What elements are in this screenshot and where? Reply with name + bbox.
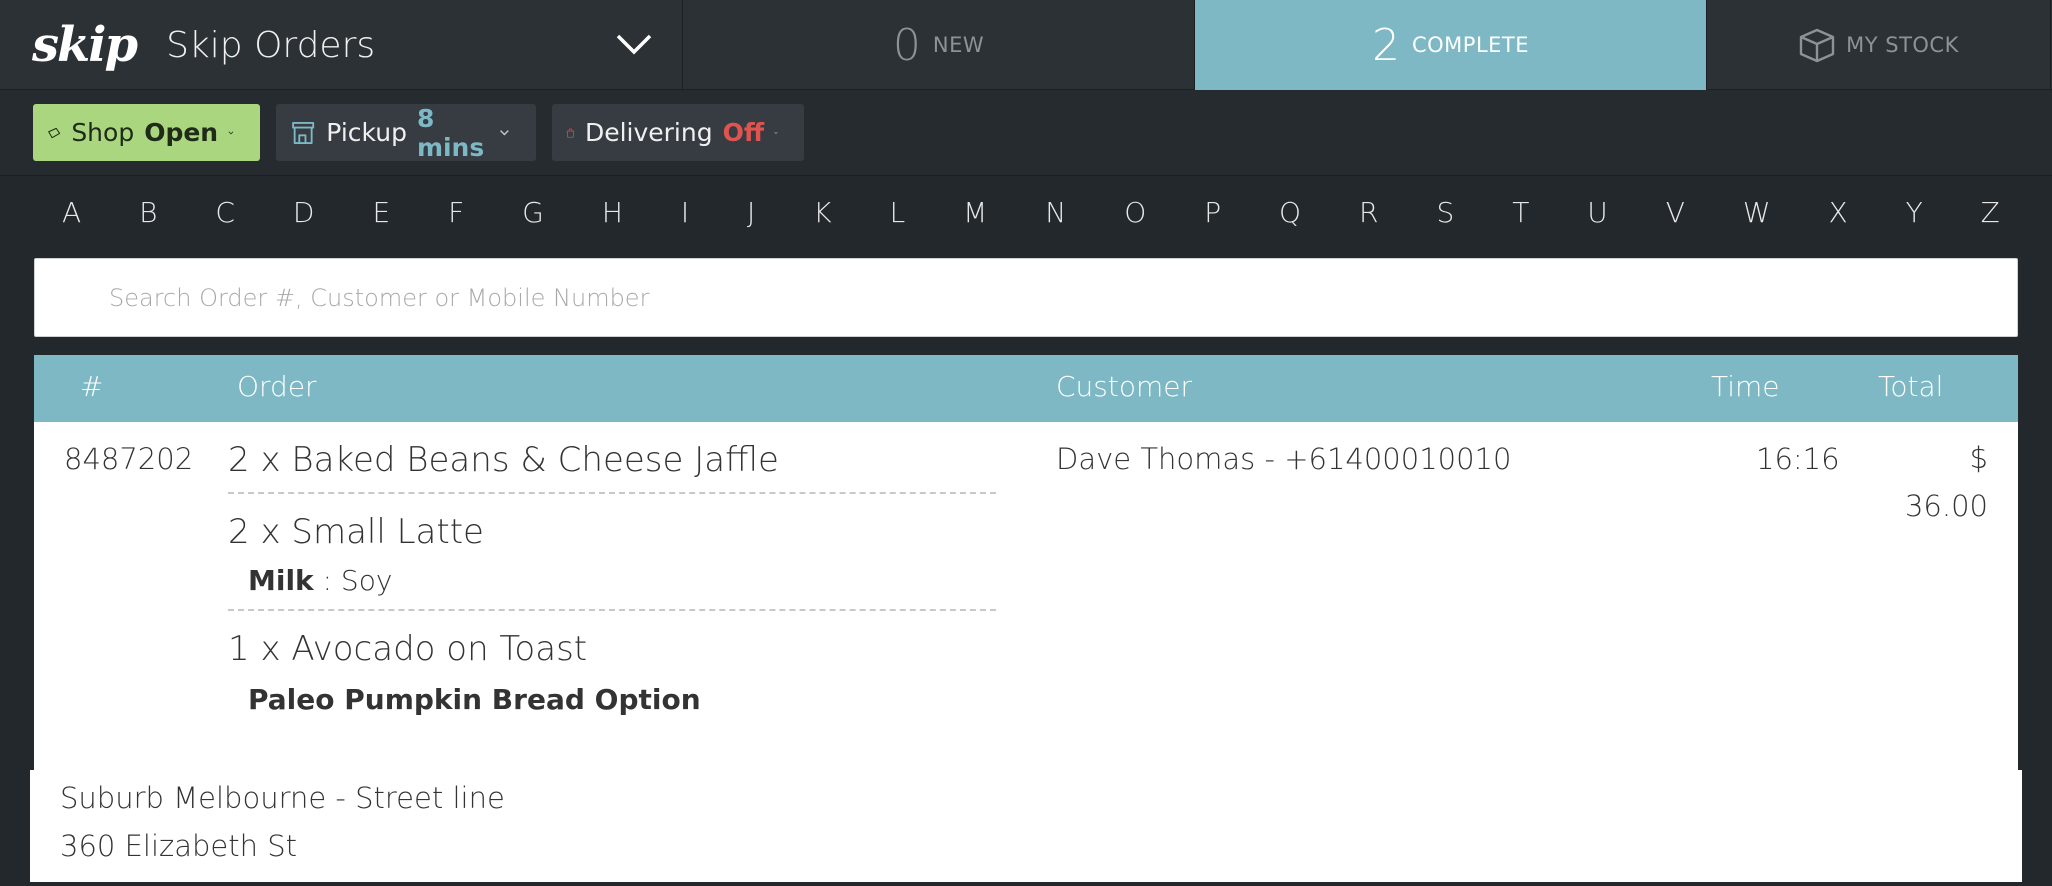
- address-line-1: Suburb Melbourne - Street line: [60, 781, 505, 815]
- shopping-bag-icon: [566, 128, 575, 138]
- alphabet-letter[interactable]: C: [215, 196, 235, 236]
- item-option: Milk : Soy: [248, 564, 996, 597]
- tab-complete[interactable]: 2 COMPLETE: [1195, 0, 1707, 90]
- item-name: 2 x Baked Beans & Cheese Jaffle: [228, 440, 779, 480]
- alphabet-letter[interactable]: S: [1436, 196, 1454, 236]
- alphabet-letter[interactable]: E: [372, 196, 390, 236]
- search-input[interactable]: [109, 283, 2017, 312]
- alphabet-letter[interactable]: W: [1743, 196, 1771, 236]
- store-icon: [292, 121, 315, 144]
- order-total: $ 36.00: [1905, 434, 1988, 530]
- alphabet-letter[interactable]: H: [602, 196, 623, 236]
- table-header: # Order Customer Time Total: [34, 355, 2018, 422]
- option-value: Soy: [340, 564, 393, 597]
- col-header-total: Total: [1878, 370, 1944, 403]
- col-header-customer: Customer: [1056, 370, 1193, 403]
- chevron-down-icon: [228, 130, 234, 134]
- order-item: 2 x Baked Beans & Cheese Jaffle: [228, 440, 996, 494]
- alphabet-letter[interactable]: A: [62, 196, 81, 236]
- chevron-down-icon: [500, 129, 509, 136]
- alphabet-letter[interactable]: I: [681, 196, 689, 236]
- address-line-2: 360 Elizabeth St: [60, 829, 297, 863]
- app-switcher[interactable]: skip Skip Orders: [0, 0, 683, 90]
- order-items: 2 x Baked Beans & Cheese Jaffle 2 x Smal…: [228, 440, 996, 746]
- app-title: Skip Orders: [166, 24, 376, 66]
- alphabet-letter[interactable]: T: [1512, 196, 1529, 236]
- tab-complete-label: COMPLETE: [1411, 33, 1530, 57]
- shop-icon: [48, 127, 61, 138]
- order-row[interactable]: 8487202 2 x Baked Beans & Cheese Jaffle …: [34, 422, 2018, 772]
- option-key: Milk: [248, 564, 314, 597]
- chevron-down-icon: [774, 131, 778, 134]
- alphabet-letter[interactable]: K: [813, 196, 831, 236]
- order-time: 16:16: [1756, 442, 1840, 476]
- shop-status-toggle[interactable]: Shop Open: [33, 104, 260, 161]
- box-icon: [1799, 28, 1835, 63]
- pickup-value: 8 mins: [416, 103, 485, 162]
- alphabet-letter[interactable]: Z: [1981, 196, 2000, 236]
- new-count: 0: [892, 19, 921, 71]
- top-bar: skip Skip Orders 0 NEW 2 COMPLETE MY STO…: [0, 0, 2052, 90]
- tab-new[interactable]: 0 NEW: [683, 0, 1195, 90]
- col-header-number: #: [80, 370, 104, 403]
- order-number: 8487202: [64, 442, 194, 476]
- pickup-label: Pickup: [326, 118, 407, 147]
- delivering-value: Off: [722, 118, 765, 147]
- col-header-time: Time: [1711, 370, 1780, 403]
- alphabet-letter[interactable]: V: [1666, 196, 1685, 236]
- chevron-down-icon[interactable]: [614, 28, 654, 58]
- alphabet-letter[interactable]: U: [1587, 196, 1608, 236]
- alphabet-letter[interactable]: F: [448, 196, 464, 236]
- alphabet-letter[interactable]: R: [1359, 196, 1378, 236]
- alphabet-letter[interactable]: L: [890, 196, 906, 236]
- alphabet-letter[interactable]: J: [747, 196, 755, 236]
- delivering-label: Delivering: [584, 118, 713, 147]
- option-separator: :: [313, 564, 341, 597]
- shop-label: Shop: [71, 118, 135, 147]
- item-option: Paleo Pumpkin Bread Option: [248, 683, 701, 716]
- total-currency: $: [1969, 441, 1988, 475]
- item-name: 2 x Small Latte: [228, 512, 484, 552]
- alphabet-letter[interactable]: Y: [1906, 196, 1923, 236]
- tab-my-stock[interactable]: MY STOCK: [1707, 0, 2051, 90]
- order-item: 2 x Small Latte Milk : Soy: [228, 512, 996, 611]
- search-box: [34, 258, 2018, 337]
- status-bar: Shop Open Pickup 8 mins Delivering Off: [0, 90, 2052, 176]
- complete-count: 2: [1371, 19, 1400, 71]
- shop-value: Open: [144, 118, 219, 147]
- alphabet-letter[interactable]: Q: [1279, 196, 1301, 236]
- delivery-address: Suburb Melbourne - Street line 360 Eliza…: [30, 770, 2022, 882]
- alphabet-letter[interactable]: G: [522, 196, 544, 236]
- alphabet-letter[interactable]: P: [1204, 196, 1221, 236]
- customer-info: Dave Thomas - +61400010010: [1056, 442, 1512, 476]
- alphabet-letter[interactable]: M: [963, 196, 987, 236]
- delivering-toggle[interactable]: Delivering Off: [552, 104, 804, 161]
- alphabet-letter[interactable]: N: [1045, 196, 1066, 236]
- tab-new-label: NEW: [932, 33, 985, 57]
- alphabet-letter[interactable]: O: [1124, 196, 1146, 236]
- pickup-time-toggle[interactable]: Pickup 8 mins: [276, 103, 536, 162]
- total-value: 36.00: [1904, 489, 1988, 523]
- tab-my-stock-label: MY STOCK: [1846, 33, 1959, 57]
- item-name: 1 x Avocado on Toast: [228, 629, 588, 669]
- skip-logo: skip: [32, 17, 138, 73]
- alphabet-letter[interactable]: B: [139, 196, 157, 236]
- order-item: 1 x Avocado on Toast Paleo Pumpkin Bread…: [228, 629, 996, 728]
- col-header-order: Order: [237, 370, 317, 403]
- alphabet-filter: A B C D E F G H I J K L M N O P Q R S T U V W X Y Z: [34, 196, 2018, 236]
- alphabet-letter[interactable]: X: [1828, 196, 1847, 236]
- alphabet-letter[interactable]: D: [293, 196, 315, 236]
